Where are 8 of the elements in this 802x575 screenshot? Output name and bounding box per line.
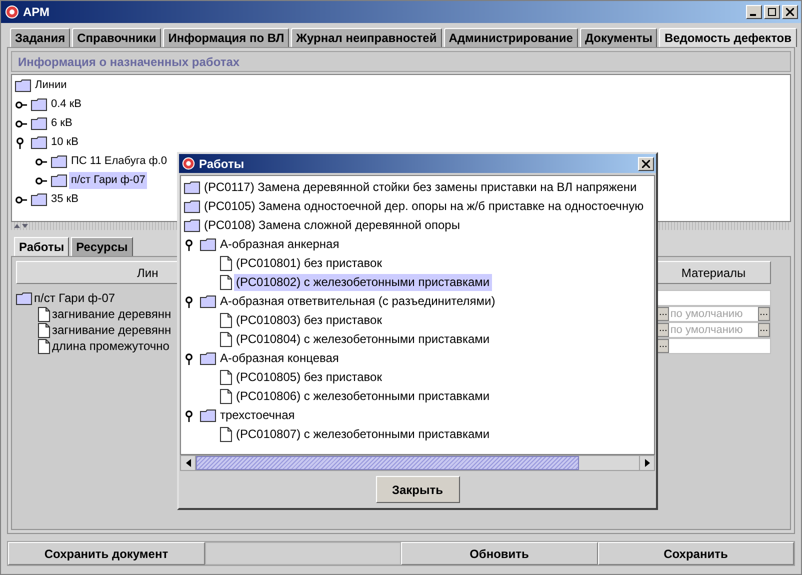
table-cell-text: загнивание деревянн: [52, 322, 172, 339]
table-cell-text: п/ст Гари ф-07: [34, 290, 116, 307]
column-label: Лин: [137, 264, 158, 282]
panel-title: Информация о назначенных работах: [18, 54, 240, 70]
table-cell-text: загнивание деревянн: [52, 306, 172, 323]
table-cell-text: длина промежуточно: [52, 338, 170, 355]
window-title: АРМ: [23, 4, 50, 21]
dialog-title: Работы: [199, 156, 244, 172]
